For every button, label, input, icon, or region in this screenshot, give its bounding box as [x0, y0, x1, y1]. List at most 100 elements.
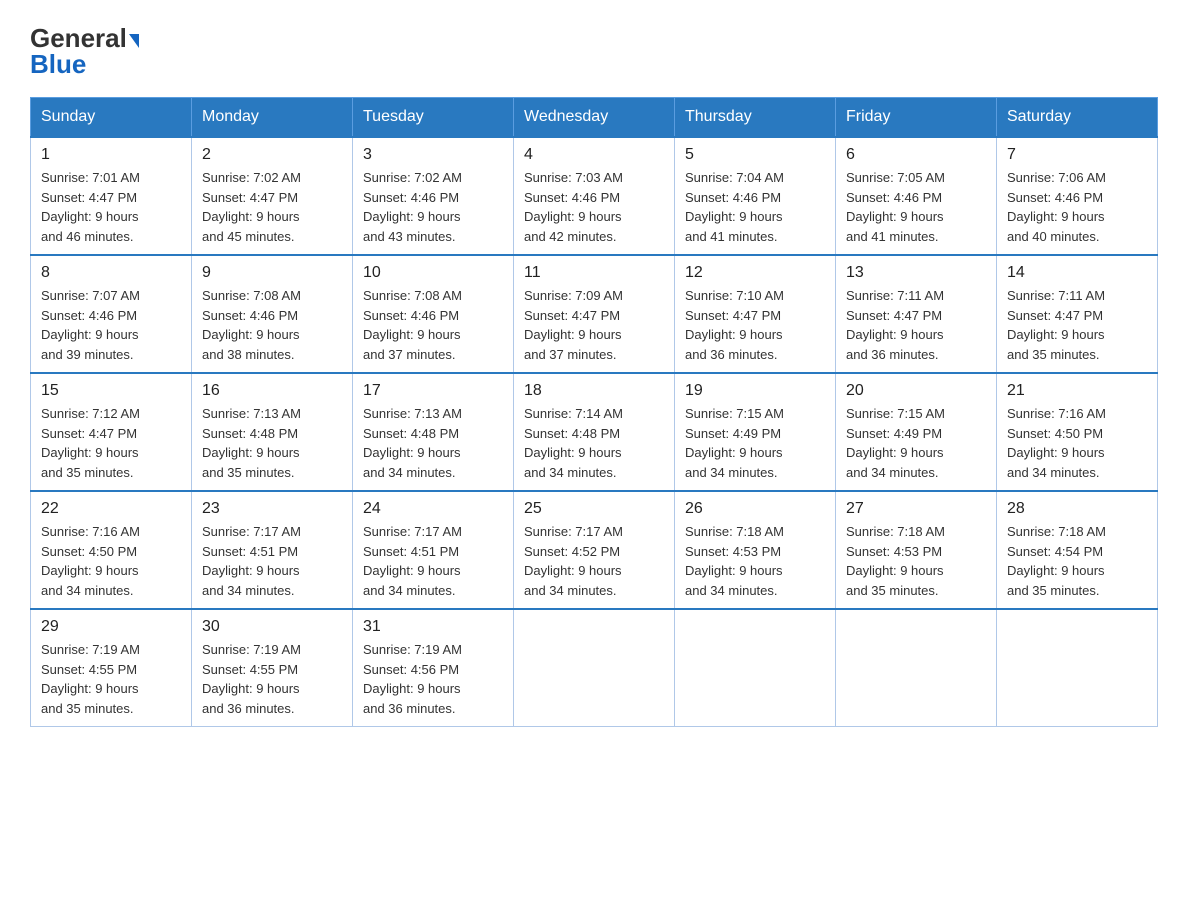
day-number: 2: [202, 146, 342, 164]
day-info: Sunrise: 7:13 AM Sunset: 4:48 PM Dayligh…: [202, 404, 342, 482]
header-friday: Friday: [836, 98, 997, 138]
day-cell: 1 Sunrise: 7:01 AM Sunset: 4:47 PM Dayli…: [31, 137, 192, 255]
day-number: 19: [685, 382, 825, 400]
day-cell: 23 Sunrise: 7:17 AM Sunset: 4:51 PM Dayl…: [192, 491, 353, 609]
day-info: Sunrise: 7:03 AM Sunset: 4:46 PM Dayligh…: [524, 168, 664, 246]
day-cell: 4 Sunrise: 7:03 AM Sunset: 4:46 PM Dayli…: [514, 137, 675, 255]
logo-blue-text: Blue: [30, 51, 86, 77]
day-cell: 8 Sunrise: 7:07 AM Sunset: 4:46 PM Dayli…: [31, 255, 192, 373]
day-info: Sunrise: 7:04 AM Sunset: 4:46 PM Dayligh…: [685, 168, 825, 246]
day-info: Sunrise: 7:12 AM Sunset: 4:47 PM Dayligh…: [41, 404, 181, 482]
day-number: 5: [685, 146, 825, 164]
day-number: 20: [846, 382, 986, 400]
week-row-5: 29 Sunrise: 7:19 AM Sunset: 4:55 PM Dayl…: [31, 609, 1158, 727]
day-info: Sunrise: 7:10 AM Sunset: 4:47 PM Dayligh…: [685, 286, 825, 364]
day-info: Sunrise: 7:17 AM Sunset: 4:52 PM Dayligh…: [524, 522, 664, 600]
day-number: 17: [363, 382, 503, 400]
day-cell: 30 Sunrise: 7:19 AM Sunset: 4:55 PM Dayl…: [192, 609, 353, 727]
day-info: Sunrise: 7:11 AM Sunset: 4:47 PM Dayligh…: [1007, 286, 1147, 364]
day-info: Sunrise: 7:06 AM Sunset: 4:46 PM Dayligh…: [1007, 168, 1147, 246]
logo-general-text: General: [30, 25, 127, 51]
day-number: 31: [363, 618, 503, 636]
day-cell: 31 Sunrise: 7:19 AM Sunset: 4:56 PM Dayl…: [353, 609, 514, 727]
day-info: Sunrise: 7:01 AM Sunset: 4:47 PM Dayligh…: [41, 168, 181, 246]
day-cell: 26 Sunrise: 7:18 AM Sunset: 4:53 PM Dayl…: [675, 491, 836, 609]
logo: General Blue: [30, 20, 139, 77]
calendar-header-row: SundayMondayTuesdayWednesdayThursdayFrid…: [31, 98, 1158, 138]
day-cell: 20 Sunrise: 7:15 AM Sunset: 4:49 PM Dayl…: [836, 373, 997, 491]
day-cell: 17 Sunrise: 7:13 AM Sunset: 4:48 PM Dayl…: [353, 373, 514, 491]
day-cell: 19 Sunrise: 7:15 AM Sunset: 4:49 PM Dayl…: [675, 373, 836, 491]
day-number: 30: [202, 618, 342, 636]
day-info: Sunrise: 7:05 AM Sunset: 4:46 PM Dayligh…: [846, 168, 986, 246]
day-info: Sunrise: 7:02 AM Sunset: 4:47 PM Dayligh…: [202, 168, 342, 246]
day-number: 9: [202, 264, 342, 282]
day-info: Sunrise: 7:15 AM Sunset: 4:49 PM Dayligh…: [846, 404, 986, 482]
day-info: Sunrise: 7:16 AM Sunset: 4:50 PM Dayligh…: [41, 522, 181, 600]
day-cell: 28 Sunrise: 7:18 AM Sunset: 4:54 PM Dayl…: [997, 491, 1158, 609]
day-info: Sunrise: 7:15 AM Sunset: 4:49 PM Dayligh…: [685, 404, 825, 482]
day-cell: 25 Sunrise: 7:17 AM Sunset: 4:52 PM Dayl…: [514, 491, 675, 609]
page-header: General Blue: [30, 20, 1158, 77]
week-row-2: 8 Sunrise: 7:07 AM Sunset: 4:46 PM Dayli…: [31, 255, 1158, 373]
day-info: Sunrise: 7:14 AM Sunset: 4:48 PM Dayligh…: [524, 404, 664, 482]
day-cell: 14 Sunrise: 7:11 AM Sunset: 4:47 PM Dayl…: [997, 255, 1158, 373]
week-row-3: 15 Sunrise: 7:12 AM Sunset: 4:47 PM Dayl…: [31, 373, 1158, 491]
day-cell: 12 Sunrise: 7:10 AM Sunset: 4:47 PM Dayl…: [675, 255, 836, 373]
day-info: Sunrise: 7:07 AM Sunset: 4:46 PM Dayligh…: [41, 286, 181, 364]
day-number: 10: [363, 264, 503, 282]
header-wednesday: Wednesday: [514, 98, 675, 138]
day-info: Sunrise: 7:02 AM Sunset: 4:46 PM Dayligh…: [363, 168, 503, 246]
day-info: Sunrise: 7:09 AM Sunset: 4:47 PM Dayligh…: [524, 286, 664, 364]
day-cell: 11 Sunrise: 7:09 AM Sunset: 4:47 PM Dayl…: [514, 255, 675, 373]
day-number: 12: [685, 264, 825, 282]
day-info: Sunrise: 7:19 AM Sunset: 4:55 PM Dayligh…: [41, 640, 181, 718]
day-info: Sunrise: 7:19 AM Sunset: 4:55 PM Dayligh…: [202, 640, 342, 718]
day-number: 23: [202, 500, 342, 518]
day-number: 27: [846, 500, 986, 518]
week-row-1: 1 Sunrise: 7:01 AM Sunset: 4:47 PM Dayli…: [31, 137, 1158, 255]
day-cell: 18 Sunrise: 7:14 AM Sunset: 4:48 PM Dayl…: [514, 373, 675, 491]
day-cell: [514, 609, 675, 727]
day-cell: 5 Sunrise: 7:04 AM Sunset: 4:46 PM Dayli…: [675, 137, 836, 255]
day-number: 26: [685, 500, 825, 518]
day-cell: 3 Sunrise: 7:02 AM Sunset: 4:46 PM Dayli…: [353, 137, 514, 255]
day-number: 28: [1007, 500, 1147, 518]
day-cell: 6 Sunrise: 7:05 AM Sunset: 4:46 PM Dayli…: [836, 137, 997, 255]
day-number: 4: [524, 146, 664, 164]
day-cell: 27 Sunrise: 7:18 AM Sunset: 4:53 PM Dayl…: [836, 491, 997, 609]
day-number: 25: [524, 500, 664, 518]
day-number: 29: [41, 618, 181, 636]
header-tuesday: Tuesday: [353, 98, 514, 138]
header-thursday: Thursday: [675, 98, 836, 138]
calendar-table: SundayMondayTuesdayWednesdayThursdayFrid…: [30, 97, 1158, 727]
day-number: 7: [1007, 146, 1147, 164]
day-number: 21: [1007, 382, 1147, 400]
day-info: Sunrise: 7:18 AM Sunset: 4:53 PM Dayligh…: [846, 522, 986, 600]
day-number: 8: [41, 264, 181, 282]
day-cell: 24 Sunrise: 7:17 AM Sunset: 4:51 PM Dayl…: [353, 491, 514, 609]
day-info: Sunrise: 7:18 AM Sunset: 4:54 PM Dayligh…: [1007, 522, 1147, 600]
day-info: Sunrise: 7:17 AM Sunset: 4:51 PM Dayligh…: [202, 522, 342, 600]
day-number: 11: [524, 264, 664, 282]
day-info: Sunrise: 7:08 AM Sunset: 4:46 PM Dayligh…: [363, 286, 503, 364]
day-info: Sunrise: 7:13 AM Sunset: 4:48 PM Dayligh…: [363, 404, 503, 482]
day-cell: 13 Sunrise: 7:11 AM Sunset: 4:47 PM Dayl…: [836, 255, 997, 373]
day-cell: [997, 609, 1158, 727]
day-cell: 22 Sunrise: 7:16 AM Sunset: 4:50 PM Dayl…: [31, 491, 192, 609]
day-info: Sunrise: 7:17 AM Sunset: 4:51 PM Dayligh…: [363, 522, 503, 600]
header-saturday: Saturday: [997, 98, 1158, 138]
day-number: 24: [363, 500, 503, 518]
day-number: 3: [363, 146, 503, 164]
day-cell: 29 Sunrise: 7:19 AM Sunset: 4:55 PM Dayl…: [31, 609, 192, 727]
day-cell: 9 Sunrise: 7:08 AM Sunset: 4:46 PM Dayli…: [192, 255, 353, 373]
day-number: 15: [41, 382, 181, 400]
day-info: Sunrise: 7:16 AM Sunset: 4:50 PM Dayligh…: [1007, 404, 1147, 482]
week-row-4: 22 Sunrise: 7:16 AM Sunset: 4:50 PM Dayl…: [31, 491, 1158, 609]
day-cell: 21 Sunrise: 7:16 AM Sunset: 4:50 PM Dayl…: [997, 373, 1158, 491]
header-sunday: Sunday: [31, 98, 192, 138]
day-info: Sunrise: 7:19 AM Sunset: 4:56 PM Dayligh…: [363, 640, 503, 718]
day-cell: 16 Sunrise: 7:13 AM Sunset: 4:48 PM Dayl…: [192, 373, 353, 491]
day-cell: 2 Sunrise: 7:02 AM Sunset: 4:47 PM Dayli…: [192, 137, 353, 255]
day-number: 14: [1007, 264, 1147, 282]
